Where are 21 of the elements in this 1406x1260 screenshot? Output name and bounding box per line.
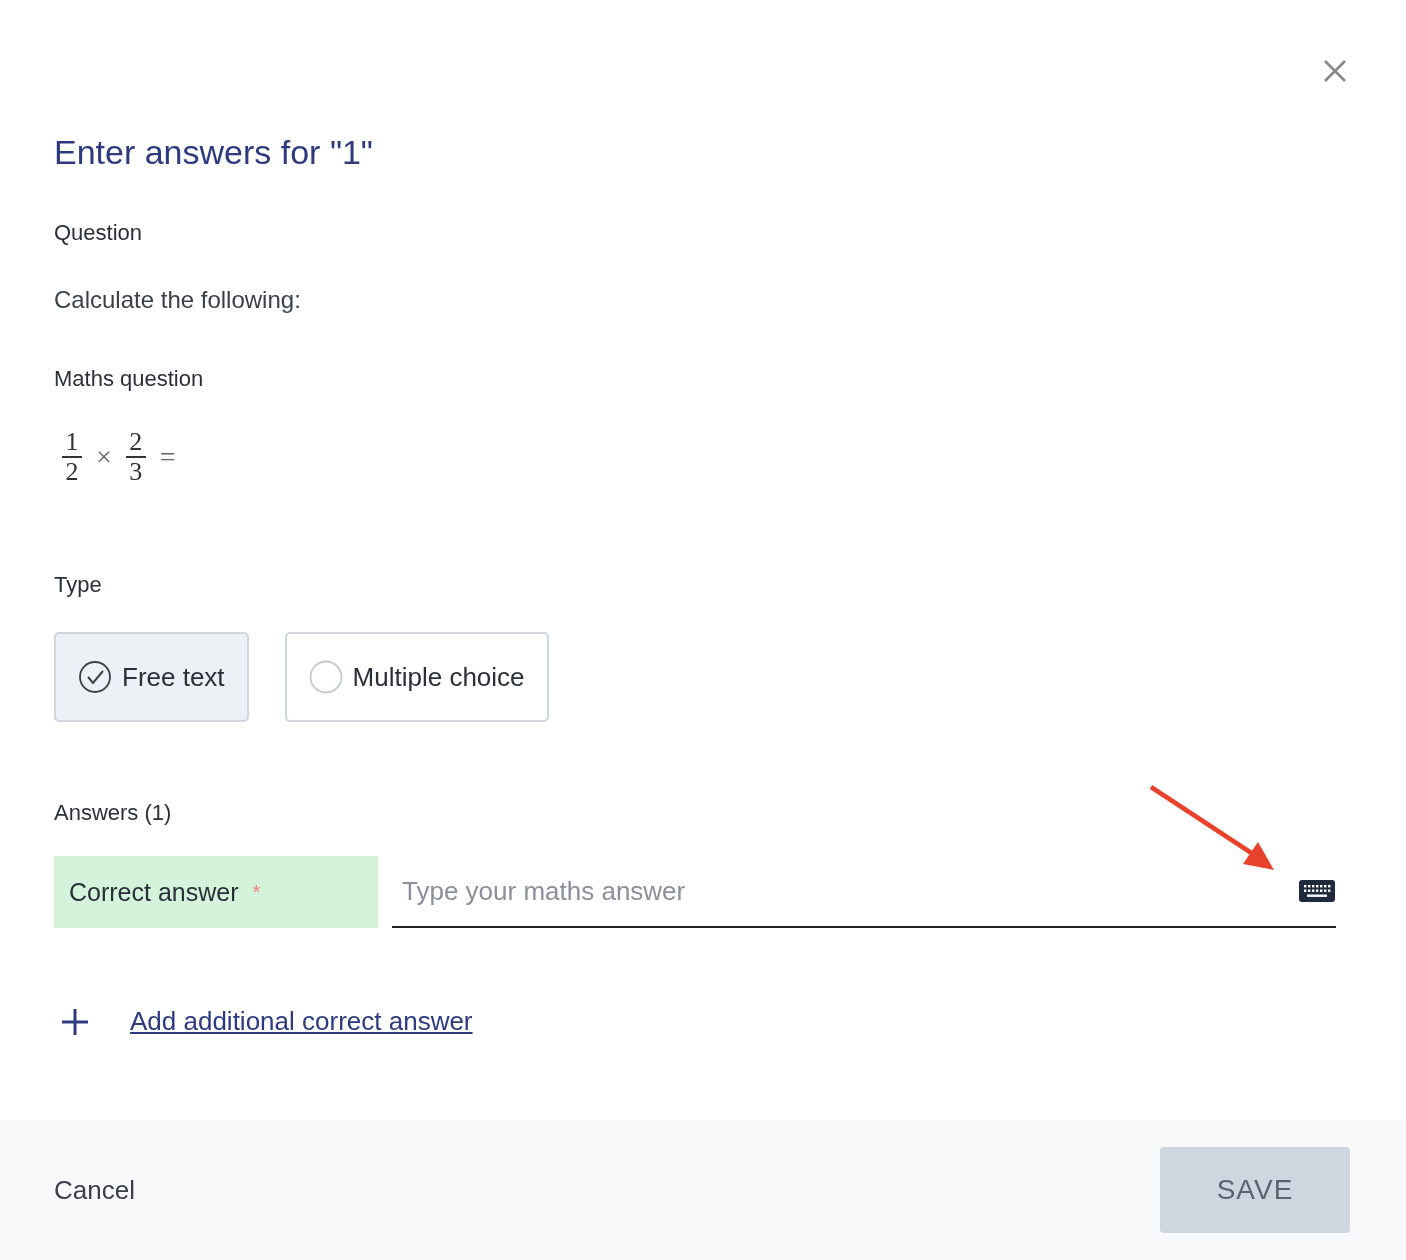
answer-field[interactable]: Type your maths answer xyxy=(400,874,1298,908)
close-icon[interactable] xyxy=(1322,58,1348,84)
keyboard-icon[interactable] xyxy=(1298,879,1336,903)
math-operator: = xyxy=(159,441,176,473)
math-operator: × xyxy=(96,441,112,473)
check-circle-icon xyxy=(78,660,112,694)
section-label: Answers (1) xyxy=(54,800,173,826)
fraction: 2 3 xyxy=(125,428,146,486)
section-label: Maths question xyxy=(54,366,205,392)
fraction: 1 2 xyxy=(62,428,82,486)
section-label: Type xyxy=(54,572,103,598)
plus-icon[interactable] xyxy=(60,1006,90,1037)
type-option[interactable]: Free text xyxy=(54,632,249,722)
cancel-button[interactable]: Cancel xyxy=(54,1174,135,1206)
answer-label: Correct answer * xyxy=(54,856,378,928)
type-option[interactable]: Multiple choice xyxy=(284,632,549,722)
question-text: Calculate the following: xyxy=(54,286,302,314)
section-label: Question xyxy=(54,220,144,246)
add-answer-link[interactable]: Add additional correct answer xyxy=(130,1006,473,1037)
radio-circle-icon xyxy=(308,660,343,694)
dialog-title: Enter answers for "1" xyxy=(54,132,373,172)
